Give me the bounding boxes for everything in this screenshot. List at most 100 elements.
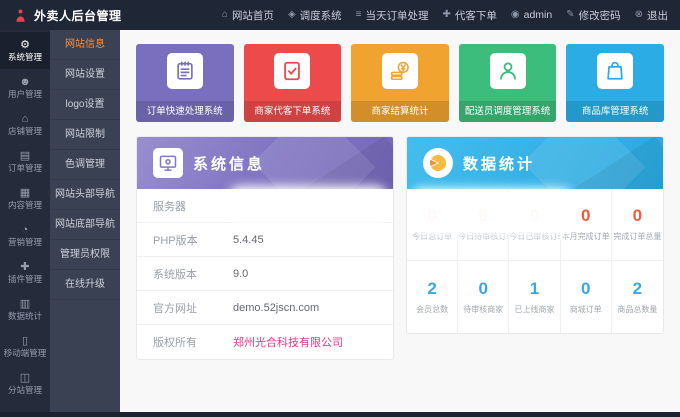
stat-label: 今日待审核订单 [458,231,508,242]
shopping-bag-icon [597,53,633,89]
system-info-panel: 系统信息 服务器 PHP版本 5.4.45 系统版本 [136,136,394,360]
submenu-item-site-settings[interactable]: 网站设置 [50,60,120,90]
topnav-label: admin [524,9,553,21]
topnav: ⌂ 网站首页 ◈ 调度系统 ≡ 当天订单处理 ✚ 代客下单 ◉ admin ✎ … [208,8,668,23]
tile-label: 商家代客下单系统 [244,101,342,122]
tile-courier-dispatch[interactable]: 配送员调度管理系统 [459,44,557,122]
data-stats-panel: 数据统计 0 今日总订单 0 今日待审核订单 0 今日已审 [406,136,664,334]
info-row-system-version: 系统版本 9.0 [137,257,393,291]
info-label: PHP版本 [153,232,233,248]
marketing-icon: ◔ [22,225,29,236]
submenu-item-online-upgrade[interactable]: 在线升级 [50,270,120,300]
today-orders-icon: ≡ [356,10,362,20]
bottom-edge [0,412,680,417]
stat-value: 0 [479,280,488,297]
info-label: 版权所有 [153,334,233,350]
main-sidebar: ⚙ 系统管理 ☻ 用户管理 ⌂ 店铺管理 ▤ 订单管理 ▦ 内容管理 ◔ 营销管… [0,30,50,412]
orders-icon: ▤ [20,151,30,162]
info-row-php-version: PHP版本 5.4.45 [137,223,393,257]
stat-completed-total: 0 完成订单总量 [612,189,663,261]
topnav-label: 退出 [647,8,668,23]
stat-products-total: 2 商品总数量 [612,261,663,333]
proxy-order-icon: ✚ [442,10,450,20]
sidebar-item-label: 数据统计 [8,312,42,321]
topnav-item-dispatch[interactable]: ◈ 调度系统 [288,8,342,23]
stat-label: 今日已审核订单 [509,231,559,242]
tile-merchant-settlement[interactable]: 商家结算统计 [351,44,449,122]
sidebar-item-orders[interactable]: ▤ 订单管理 [0,143,50,180]
sidebar-item-marketing[interactable]: ◔ 营销管理 [0,217,50,254]
sidebar-item-label: 分站管理 [8,386,42,395]
stat-value: 0 [633,207,642,224]
dispatch-icon: ◈ [288,10,296,20]
sidebar-item-substations[interactable]: ◫ 分站管理 [0,365,50,402]
sidebar-item-content[interactable]: ▦ 内容管理 [0,180,50,217]
tile-label: 商品库管理系统 [566,101,664,122]
app-title: 外卖人后台管理 [34,7,122,24]
change-password-icon: ✎ [566,10,574,20]
quick-tiles: 订单快速处理系统 商家代客下单系统 [136,44,664,122]
sidebar-item-label: 订单管理 [8,164,42,173]
topbar: 外卖人后台管理 ⌂ 网站首页 ◈ 调度系统 ≡ 当天订单处理 ✚ 代客下单 ◉ … [0,0,680,30]
content-icon: ▦ [20,188,30,199]
stat-label: 商品总数量 [617,304,657,315]
substation-icon: ◫ [20,373,30,384]
stat-value: 0 [427,207,436,224]
sidebar-item-label: 移动端管理 [4,349,47,358]
topnav-label: 代客下单 [455,8,497,23]
topnav-item-admin[interactable]: ◉ admin [511,9,552,21]
stats-icon: ▥ [20,299,30,310]
shop-icon: ⌂ [22,114,29,125]
users-icon: ☻ [19,77,31,88]
sidebar-item-plugins[interactable]: ✚ 插件管理 [0,254,50,291]
info-label: 系统版本 [153,266,233,282]
sidebar-item-label: 系统管理 [8,53,42,62]
logout-icon: ⊗ [635,10,643,20]
topnav-item-today-orders[interactable]: ≡ 当天订单处理 [356,8,429,23]
tile-merchant-proxy-order[interactable]: 商家代客下单系统 [244,44,342,122]
system-info-header: 系统信息 [137,137,393,189]
topnav-item-proxy-order[interactable]: ✚ 代客下单 [442,8,496,23]
sidebar-item-system[interactable]: ⚙ 系统管理 [0,32,50,69]
stat-mall-orders: 0 商城订单 [561,261,612,333]
submenu-item-site-restrictions[interactable]: 网站限制 [50,120,120,150]
tile-label: 商家结算统计 [351,101,449,122]
info-row-copyright: 版权所有 郑州光合科技有限公司 [137,325,393,359]
topnav-item-change-password[interactable]: ✎ 修改密码 [566,8,620,23]
app-body: ⚙ 系统管理 ☻ 用户管理 ⌂ 店铺管理 ▤ 订单管理 ▦ 内容管理 ◔ 营销管… [0,30,680,412]
stat-today-total-orders: 0 今日总订单 [407,189,458,261]
submenu-item-header-nav[interactable]: 网站头部导航 [50,180,120,210]
submenu-item-logo-settings[interactable]: logo设置 [50,90,120,120]
stat-label: 已上线商家 [514,304,554,315]
stat-label: 商城订单 [570,304,602,315]
pie-chart-icon [423,148,453,178]
stat-value: 1 [530,280,539,297]
gear-icon: ⚙ [20,40,30,51]
tile-label: 订单快速处理系统 [136,101,234,122]
submenu-item-footer-nav[interactable]: 网站底部导航 [50,210,120,240]
topnav-item-home[interactable]: ⌂ 网站首页 [222,8,274,23]
submenu: 网站信息 网站设置 logo设置 网站限制 色调管理 网站头部导航 网站底部导航… [50,30,120,412]
submenu-item-site-info[interactable]: 网站信息 [50,30,120,60]
sidebar-item-statistics[interactable]: ▥ 数据统计 [0,291,50,328]
topnav-item-logout[interactable]: ⊗ 退出 [635,8,668,23]
stats-grid: 0 今日总订单 0 今日待审核订单 0 今日已审核订单 0 [407,189,663,333]
system-info-body: 服务器 PHP版本 5.4.45 系统版本 9.0 [137,189,393,359]
stat-today-pending-review: 0 今日待审核订单 [458,189,509,261]
stat-label: 本月完成订单 [562,231,610,242]
submenu-item-color-settings[interactable]: 色调管理 [50,150,120,180]
sidebar-item-shops[interactable]: ⌂ 店铺管理 [0,106,50,143]
sidebar-item-users[interactable]: ☻ 用户管理 [0,69,50,106]
tile-order-quick-process[interactable]: 订单快速处理系统 [136,44,234,122]
sidebar-item-mobile[interactable]: ▯ 移动端管理 [0,328,50,365]
panel-title: 数据统计 [463,153,535,174]
panel-title: 系统信息 [193,153,265,174]
info-row-official-site: 官方网址 demo.52jscn.com [137,291,393,325]
tile-label: 配送员调度管理系统 [459,101,557,122]
stat-month-completed: 0 本月完成订单 [561,189,612,261]
stat-label: 待审核商家 [463,304,503,315]
official-site-link[interactable]: demo.52jscn.com [233,302,319,314]
courier-icon [490,53,526,89]
tile-product-library[interactable]: 商品库管理系统 [566,44,664,122]
submenu-item-admin-permissions[interactable]: 管理员权限 [50,240,120,270]
